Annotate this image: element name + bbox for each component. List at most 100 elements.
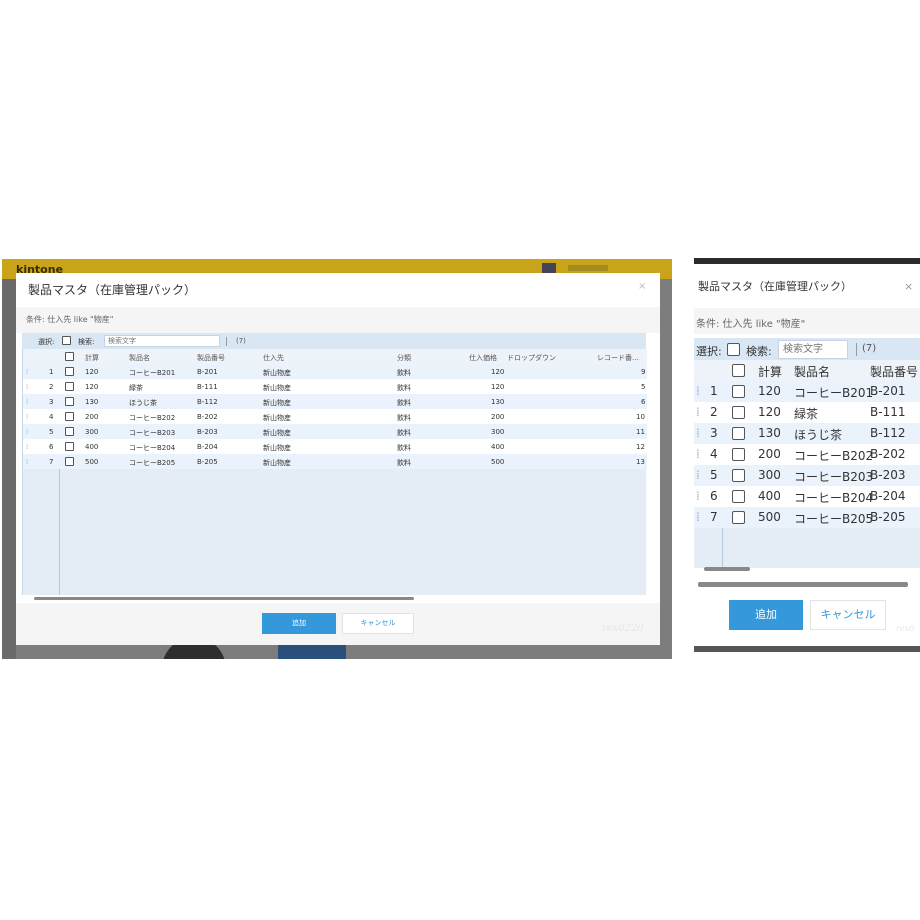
table-row[interactable]: ⁞ 3 130 ほうじ茶 B-112 新山物産 飲料 130 6 bbox=[23, 394, 647, 409]
row-number: 5 bbox=[49, 428, 54, 436]
dialog-footer bbox=[16, 603, 660, 645]
zoom-table-row[interactable]: ⁞ 3 130 ほうじ茶 B-112 bbox=[694, 423, 920, 444]
cell-record: 13 bbox=[636, 458, 645, 466]
row-checkbox[interactable] bbox=[732, 511, 745, 524]
table-row[interactable]: ⁞ 1 120 コーヒーB201 B-201 新山物産 飲料 120 9 bbox=[23, 364, 647, 379]
scrollbar-thumb[interactable] bbox=[34, 597, 414, 600]
row-checkbox[interactable] bbox=[65, 367, 74, 376]
cell-category: 飲料 bbox=[397, 399, 411, 407]
row-number: 4 bbox=[49, 413, 54, 421]
zoom-add-button[interactable]: 追加 bbox=[729, 600, 803, 630]
table-row[interactable]: ⁞ 4 200 コーヒーB202 B-202 新山物産 飲料 200 10 bbox=[23, 409, 647, 424]
grid-header-row: 計算 製品名 製品番号 仕入先 分類 仕入価格 ドロップダウン レコード番… bbox=[23, 349, 647, 364]
zoom-header-checkbox[interactable] bbox=[732, 364, 745, 377]
zoomed-view: 製品マスタ（在庫管理パック） × 条件: 仕入先 like "物産" 選択: 検… bbox=[694, 258, 920, 654]
cell-name: コーヒーB202 bbox=[129, 414, 176, 422]
horizontal-scrollbar[interactable] bbox=[24, 595, 644, 601]
add-button[interactable]: 追加 bbox=[262, 613, 336, 634]
row-checkbox[interactable] bbox=[732, 385, 745, 398]
drag-handle-icon[interactable]: ⁞ bbox=[26, 443, 28, 451]
cell-calc: 120 bbox=[85, 368, 99, 376]
table-row[interactable]: ⁞ 6 400 コーヒーB204 B-204 新山物産 飲料 400 12 bbox=[23, 439, 647, 454]
table-row[interactable]: ⁞ 7 500 コーヒーB205 B-205 新山物産 飲料 500 13 bbox=[23, 454, 647, 469]
cell-calc: 120 bbox=[758, 384, 781, 398]
drag-handle-icon[interactable]: ⁞ bbox=[696, 510, 700, 524]
cell-price: 500 bbox=[491, 458, 505, 466]
row-checkbox[interactable] bbox=[732, 469, 745, 482]
zoom-search-input[interactable] bbox=[778, 340, 848, 359]
cell-code: B-201 bbox=[197, 368, 218, 376]
search-input[interactable] bbox=[104, 335, 220, 347]
drag-handle-icon[interactable]: ⁞ bbox=[26, 383, 28, 391]
zoom-select-all-checkbox[interactable] bbox=[727, 343, 740, 356]
zoom-column-header-code[interactable]: 製品番号 bbox=[870, 363, 918, 380]
zoom-cancel-button[interactable]: キャンセル bbox=[810, 600, 886, 630]
select-all-checkbox[interactable] bbox=[62, 336, 71, 345]
cell-record: 5 bbox=[641, 383, 646, 391]
row-checkbox[interactable] bbox=[732, 427, 745, 440]
drag-handle-icon[interactable]: ⁞ bbox=[696, 489, 700, 503]
cancel-button[interactable]: キャンセル bbox=[342, 613, 414, 634]
zoom-table-row[interactable]: ⁞ 5 300 コーヒーB203 B-203 bbox=[694, 465, 920, 486]
row-checkbox[interactable] bbox=[65, 457, 74, 466]
drag-handle-icon[interactable]: ⁞ bbox=[696, 426, 700, 440]
zoom-horizontal-scrollbar[interactable] bbox=[694, 564, 920, 576]
column-header-calc[interactable]: 計算 bbox=[85, 353, 99, 363]
column-header-name[interactable]: 製品名 bbox=[129, 353, 150, 363]
header-checkbox[interactable] bbox=[65, 352, 74, 361]
cell-calc: 200 bbox=[85, 413, 99, 421]
zoom-close-icon[interactable]: × bbox=[904, 280, 913, 293]
drag-handle-icon[interactable]: ⁞ bbox=[26, 428, 28, 436]
column-header-category[interactable]: 分類 bbox=[397, 353, 411, 363]
drag-handle-icon[interactable]: ⁞ bbox=[696, 405, 700, 419]
table-row[interactable]: ⁞ 2 120 緑茶 B-111 新山物産 飲料 120 5 bbox=[23, 379, 647, 394]
zoom-column-header-name[interactable]: 製品名 bbox=[794, 363, 830, 380]
column-header-supplier[interactable]: 仕入先 bbox=[263, 353, 284, 363]
row-checkbox[interactable] bbox=[65, 397, 74, 406]
drag-handle-icon[interactable]: ⁞ bbox=[696, 384, 700, 398]
drag-handle-icon[interactable]: ⁞ bbox=[696, 447, 700, 461]
zoom-table-row[interactable]: ⁞ 6 400 コーヒーB204 B-204 bbox=[694, 486, 920, 507]
zoom-table-row[interactable]: ⁞ 2 120 緑茶 B-111 bbox=[694, 402, 920, 423]
drag-handle-icon[interactable]: ⁞ bbox=[696, 468, 700, 482]
row-checkbox[interactable] bbox=[65, 382, 74, 391]
cell-price: 200 bbox=[491, 413, 505, 421]
cell-calc: 130 bbox=[758, 426, 781, 440]
zoom-table-row[interactable]: ⁞ 7 500 コーヒーB205 B-205 bbox=[694, 507, 920, 528]
column-header-code[interactable]: 製品番号 bbox=[197, 353, 225, 363]
row-checkbox[interactable] bbox=[65, 427, 74, 436]
column-header-dropdown[interactable]: ドロップダウン bbox=[507, 353, 556, 363]
cell-category: 飲料 bbox=[397, 384, 411, 392]
cell-code: B-203 bbox=[197, 428, 218, 436]
drag-handle-icon[interactable]: ⁞ bbox=[26, 368, 28, 376]
zoom-table-row[interactable]: ⁞ 1 120 コーヒーB201 B-201 bbox=[694, 381, 920, 402]
row-checkbox[interactable] bbox=[732, 490, 745, 503]
data-grid: 計算 製品名 製品番号 仕入先 分類 仕入価格 ドロップダウン レコード番… ⁞… bbox=[22, 349, 647, 595]
zoom-table-row[interactable]: ⁞ 4 200 コーヒーB202 B-202 bbox=[694, 444, 920, 465]
drag-handle-icon[interactable]: ⁞ bbox=[26, 458, 28, 466]
toolbar-separator bbox=[226, 337, 227, 346]
background-thumbnail bbox=[278, 643, 346, 659]
zoom-scrollbar-thumb[interactable] bbox=[704, 567, 750, 571]
row-checkbox[interactable] bbox=[732, 448, 745, 461]
row-number: 6 bbox=[710, 489, 718, 503]
cell-code: B-203 bbox=[870, 468, 906, 482]
zoom-select-all-label: 選択: bbox=[696, 345, 722, 358]
app-screenshot: kintone 製品マスタ（在庫管理パック） × 条件: 仕入先 like "物… bbox=[2, 259, 672, 659]
close-icon[interactable]: × bbox=[638, 281, 646, 292]
zoom-column-header-calc[interactable]: 計算 bbox=[758, 363, 782, 380]
user-name[interactable] bbox=[568, 265, 608, 271]
column-header-record[interactable]: レコード番… bbox=[597, 353, 639, 363]
table-row[interactable]: ⁞ 5 300 コーヒーB203 B-203 新山物産 飲料 300 11 bbox=[23, 424, 647, 439]
zoom-page-scrollbar[interactable] bbox=[698, 582, 908, 587]
row-checkbox[interactable] bbox=[732, 406, 745, 419]
row-number: 7 bbox=[710, 510, 718, 524]
cell-supplier: 新山物産 bbox=[263, 369, 291, 377]
row-checkbox[interactable] bbox=[65, 442, 74, 451]
drag-handle-icon[interactable]: ⁞ bbox=[26, 398, 28, 406]
drag-handle-icon[interactable]: ⁞ bbox=[26, 413, 28, 421]
row-checkbox[interactable] bbox=[65, 412, 74, 421]
author-signature: rex0220 bbox=[602, 623, 644, 634]
cell-record: 12 bbox=[636, 443, 645, 451]
column-header-price[interactable]: 仕入価格 bbox=[469, 353, 497, 363]
